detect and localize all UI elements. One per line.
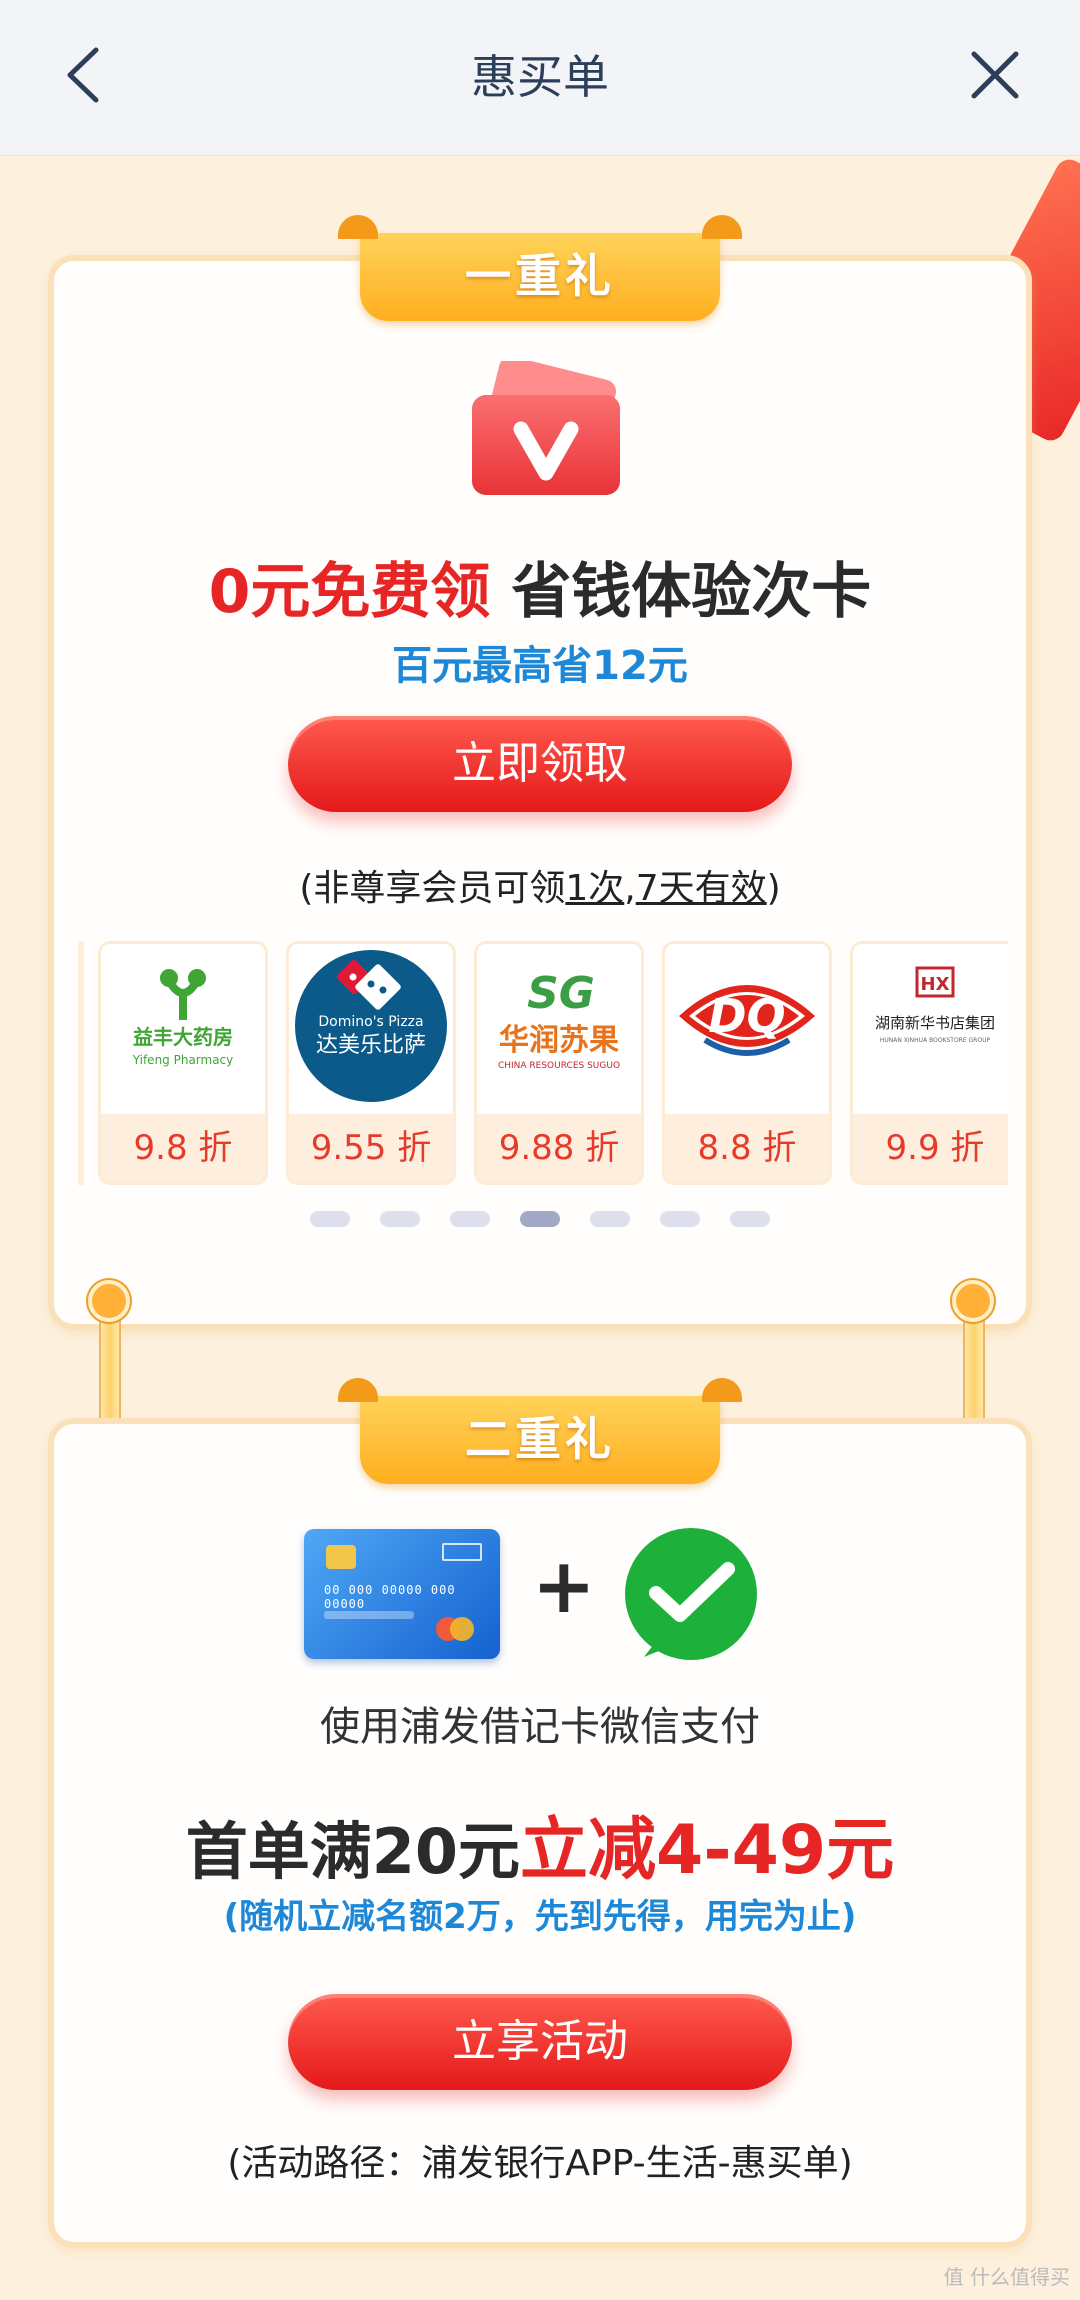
dominos-brand-text: Domino's Pizza	[318, 1014, 423, 1030]
card-network-logo	[450, 1617, 474, 1641]
merchant-discount: 9.9 折	[853, 1114, 1008, 1182]
offer-subtitle: (随机立减名额2万，先到先得，用完为止)	[223, 1897, 857, 1937]
merchant-name-cn: 湖南新华书店集团	[875, 1014, 995, 1032]
merchant-card[interactable]: Domino's Pizza 达美乐比萨 9.55 折	[286, 941, 456, 1185]
carousel-dot[interactable]	[660, 1211, 700, 1227]
carousel-pagination[interactable]	[54, 1211, 1026, 1231]
claim-now-button[interactable]: 立即领取	[288, 716, 792, 812]
promo-subtitle: 百元最高省12元	[392, 643, 688, 689]
merchant-discount: 9.55 折	[289, 1114, 453, 1182]
sg-mark-text: SG	[527, 968, 595, 1019]
dominos-logo-icon: Domino's Pizza 达美乐比萨	[295, 950, 447, 1102]
merchant-name-en: HUNAN XINHUA BOOKSTORE GROUP	[880, 1037, 991, 1044]
carousel-dot[interactable]	[730, 1211, 770, 1227]
claim-note-prefix: (非尊享会员可领	[299, 868, 566, 909]
merchant-name-cn: 达美乐比萨	[316, 1033, 426, 1058]
wechat-pay-icon	[625, 1528, 757, 1660]
merchant-logo: HX 湖南新华书店集团 HUNAN XINHUA BOOKSTORE GROUP	[853, 944, 1008, 1114]
close-button[interactable]	[960, 40, 1030, 110]
activity-path-note: (活动路径：浦发银行APP-生活-惠买单)	[227, 2143, 853, 2184]
back-button[interactable]	[52, 40, 122, 110]
merchant-discount: 8.8 折	[665, 1114, 829, 1182]
watermark: 值 什么值得买	[943, 2265, 1070, 2289]
carousel-dot[interactable]	[380, 1211, 420, 1227]
merchant-card[interactable]: DQ 8.8 折	[662, 941, 832, 1185]
merchant-name-cn: DQ	[708, 989, 785, 1043]
merchant-carousel[interactable]: 益丰大药房 Yifeng Pharmacy 9.8 折 Domino's Piz…	[78, 941, 1008, 1186]
merchant-name-en: Yifeng Pharmacy	[132, 1053, 234, 1067]
merchant-logo: DQ	[665, 944, 829, 1114]
carousel-dot-active[interactable]	[520, 1211, 560, 1227]
yifeng-logo-icon: 益丰大药房 Yifeng Pharmacy	[132, 969, 234, 1067]
merchant-prev-edge	[78, 941, 84, 1185]
promo-headline: 0元免费领 省钱体验次卡	[54, 543, 1026, 630]
card-stripe	[324, 1611, 414, 1619]
card-number: 00 000 00000 000 00000	[324, 1583, 456, 1611]
ribbon-gift-2: 二重礼	[338, 1378, 742, 1484]
merchant-card[interactable]: HX 湖南新华书店集团 HUNAN XINHUA BOOKSTORE GROUP…	[850, 941, 1008, 1185]
join-activity-button[interactable]: 立享活动	[288, 1994, 792, 2090]
offer-headline: 首单满20元立减4-49元	[54, 1794, 1026, 1893]
claim-note: (非尊享会员可领1次,7天有效)	[54, 859, 1026, 911]
merchant-card[interactable]: SG 华润苏果 CHINA RESOURCES SUGUO 9.88 折	[474, 941, 644, 1185]
carousel-dot[interactable]	[450, 1211, 490, 1227]
hx-mark-text: HX	[921, 974, 950, 995]
merchant-logo: 益丰大药房 Yifeng Pharmacy	[101, 944, 265, 1114]
merchant-name-cn: 益丰大药房	[133, 1025, 233, 1049]
merchant-discount: 9.8 折	[101, 1114, 265, 1182]
card-chip	[326, 1545, 356, 1569]
header-bar: 惠买单	[0, 0, 1080, 156]
claim-note-suffix: )	[766, 868, 781, 909]
claim-note-validity: 7天有效	[635, 868, 767, 909]
promo-card-text: 省钱体验次卡	[511, 557, 872, 627]
plus-sign: +	[532, 1541, 596, 1630]
merchant-logo: SG 华润苏果 CHINA RESOURCES SUGUO	[477, 944, 641, 1114]
gift-card-1: 一重礼 0元免费领 省钱体验次卡 百元最高省12元 立即领取 (非尊享会员可领1…	[48, 215, 1032, 1330]
card-mark	[442, 1543, 482, 1561]
claim-note-times: 1次	[565, 868, 625, 909]
carousel-dot[interactable]	[590, 1211, 630, 1227]
xinhua-logo-icon: HX 湖南新华书店集团 HUNAN XINHUA BOOKSTORE GROUP	[875, 966, 995, 1044]
chevron-left-icon	[67, 47, 99, 103]
connector-ring	[88, 1280, 130, 1322]
claim-note-sep: ,	[624, 868, 636, 909]
close-icon	[971, 51, 1019, 99]
promo-free-text: 0元免费领	[208, 557, 491, 627]
v-card-icon	[472, 361, 620, 495]
gift-card-2: 二重礼 00 000 00000 000 00000 + 使用浦发借记卡微信支付…	[48, 1378, 1032, 2248]
offer-discount-text: 立减4-49元	[520, 1811, 895, 1890]
merchant-name-en: CHINA RESOURCES SUGUO	[498, 1061, 620, 1071]
suguo-logo-icon: SG 华润苏果 CHINA RESOURCES SUGUO	[498, 968, 620, 1071]
dq-logo-icon: DQ	[679, 985, 815, 1056]
merchant-name-cn: 华润苏果	[499, 1023, 619, 1058]
ribbon-gift-1: 一重礼	[338, 215, 742, 321]
merchant-discount: 9.88 折	[477, 1114, 641, 1182]
merchant-logo: Domino's Pizza 达美乐比萨	[289, 944, 453, 1114]
offer-threshold-text: 首单满20元	[185, 1815, 521, 1888]
page-title: 惠买单	[471, 50, 609, 104]
bank-card-icon: 00 000 00000 000 00000	[304, 1529, 500, 1659]
payment-method-text: 使用浦发借记卡微信支付	[320, 1704, 760, 1750]
merchant-card[interactable]: 益丰大药房 Yifeng Pharmacy 9.8 折	[98, 941, 268, 1185]
carousel-dot[interactable]	[310, 1211, 350, 1227]
connector-ring	[952, 1280, 994, 1322]
